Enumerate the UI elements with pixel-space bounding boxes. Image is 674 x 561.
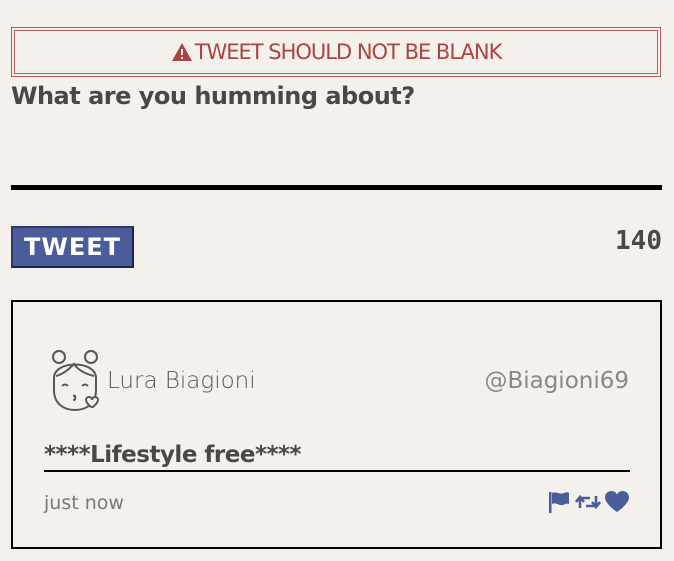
tweet-button[interactable]: TWEET	[11, 226, 134, 268]
user-handle: @Biagioni69	[484, 368, 629, 394]
heart-icon	[605, 491, 629, 512]
error-alert: TWEET SHOULD NOT BE BLANK	[11, 27, 661, 77]
tweet-text: ****Lifestyle free****	[44, 442, 630, 472]
tweet-actions	[546, 490, 630, 514]
error-message: TWEET SHOULD NOT BE BLANK	[194, 40, 503, 64]
composer-prompt: What are you humming about?	[11, 82, 415, 110]
flag-icon	[549, 492, 569, 513]
tweet-input[interactable]	[11, 118, 662, 190]
like-button[interactable]	[604, 490, 630, 514]
tweet-timestamp: just now	[44, 492, 124, 514]
user-name: Lura Biagioni	[107, 368, 256, 394]
tweet-card: Lura Biagioni @Biagioni69 ****Lifestyle …	[11, 300, 662, 549]
retweet-button[interactable]	[575, 490, 601, 514]
girl-avatar-icon	[52, 350, 100, 412]
char-counter: 140	[615, 226, 662, 256]
retweet-icon	[575, 494, 601, 510]
flag-button[interactable]	[546, 490, 572, 514]
warning-triangle-icon	[171, 43, 192, 61]
